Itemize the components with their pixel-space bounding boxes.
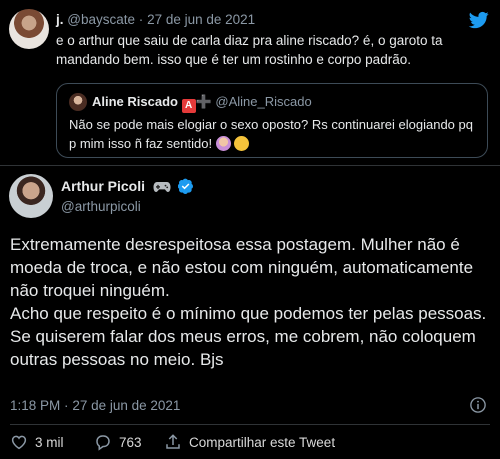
game-controller-icon bbox=[153, 182, 171, 192]
tweet-timestamp[interactable]: 1:18 PM · 27 de jun de 2021 bbox=[10, 398, 180, 413]
tweet-time[interactable]: 1:18 PM bbox=[10, 398, 60, 413]
like-count: 3 mil bbox=[35, 434, 64, 450]
tweet-paragraph: Se quiserem falar dos meus erros, me cob… bbox=[10, 327, 476, 369]
reply-button[interactable]: 763 bbox=[94, 433, 142, 451]
tweet-paragraph: Extremamente desrespeitosa essa postagem… bbox=[10, 235, 474, 300]
main-author-name[interactable]: Arthur Picoli bbox=[61, 178, 194, 194]
smiling-face-emoji bbox=[234, 136, 250, 151]
divider bbox=[0, 165, 500, 166]
divider bbox=[10, 424, 490, 425]
verified-badge-icon bbox=[177, 178, 193, 194]
nested-quote-body: Não se pode mais elogiar o sexo oposto? … bbox=[69, 117, 473, 151]
tweet-date[interactable]: 27 de jun de 2021 bbox=[72, 398, 180, 413]
like-button[interactable]: 3 mil bbox=[10, 433, 64, 451]
tweet-date[interactable]: 27 de jun de 2021 bbox=[147, 12, 255, 27]
author-name[interactable]: Arthur Picoli bbox=[61, 178, 145, 194]
share-icon bbox=[166, 434, 180, 449]
heart-icon bbox=[11, 435, 27, 450]
share-label: Compartilhar este Tweet bbox=[189, 434, 336, 450]
avatar[interactable] bbox=[69, 93, 87, 111]
author-name[interactable]: Aline Riscado bbox=[92, 94, 178, 109]
author-handle[interactable]: @Aline_Riscado bbox=[215, 94, 311, 109]
avatar[interactable] bbox=[9, 9, 49, 49]
nested-quote-card[interactable]: Aline Riscado A ➕ @Aline_Riscado Não se p… bbox=[56, 83, 488, 158]
tweet-paragraph: Acho que respeito é o mínimo que podemos… bbox=[10, 304, 487, 323]
quoted-tweet-header: j. @bayscate · 27 de jun de 2021 bbox=[56, 12, 255, 27]
letter-a-badge: A bbox=[181, 99, 196, 113]
separator-dot: · bbox=[64, 398, 69, 413]
author-name[interactable]: j. bbox=[56, 12, 64, 27]
author-handle[interactable]: @arthurpicoli bbox=[61, 199, 141, 214]
nested-quote-header: Aline Riscado A ➕ @Aline_Riscado bbox=[92, 94, 312, 113]
reply-icon bbox=[96, 435, 110, 451]
separator-dot: · bbox=[138, 12, 144, 27]
plus-emoji: ➕ bbox=[195, 94, 212, 109]
reply-count: 763 bbox=[119, 434, 142, 450]
author-handle[interactable]: @bayscate bbox=[67, 12, 135, 27]
main-tweet-text: Extremamente desrespeitosa essa postagem… bbox=[10, 233, 490, 371]
quoted-tweet[interactable]: j. @bayscate · 27 de jun de 2021 e o art… bbox=[0, 0, 500, 165]
twitter-bird-icon[interactable] bbox=[468, 10, 490, 30]
nested-quote-text: Não se pode mais elogiar o sexo oposto? … bbox=[69, 115, 479, 153]
info-icon[interactable] bbox=[469, 396, 487, 414]
quoted-tweet-text: e o arthur que saiu de carla diaz pra al… bbox=[56, 33, 443, 67]
woman-gesturing-emoji bbox=[215, 136, 231, 151]
share-button[interactable]: Compartilhar este Tweet bbox=[164, 433, 335, 451]
avatar[interactable] bbox=[9, 174, 53, 218]
